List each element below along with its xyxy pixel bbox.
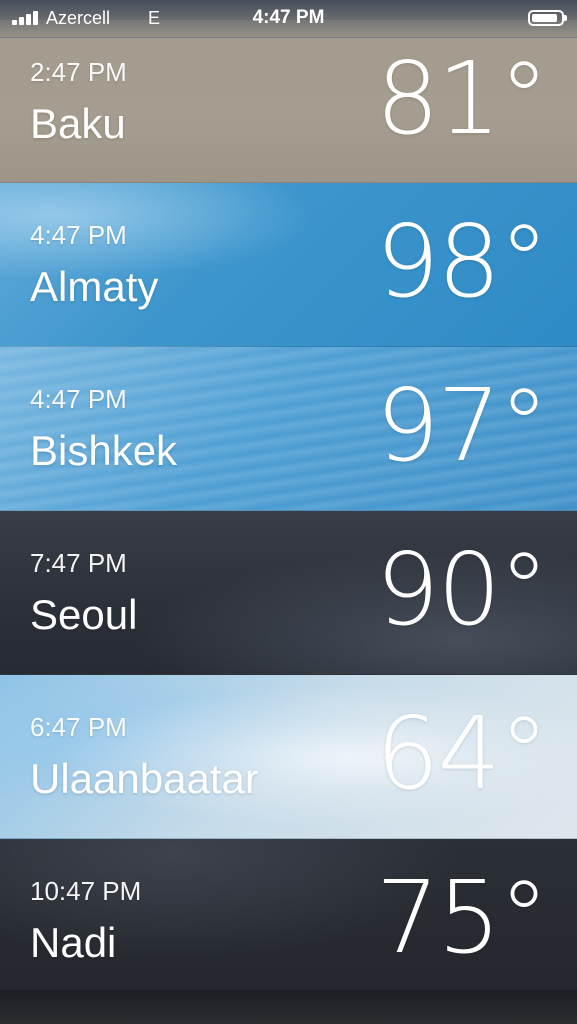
city-list: 2:47 PM Baku 81° 4:47 PM Almaty 98° 4:47… (0, 20, 577, 1003)
city-local-time: 2:47 PM (30, 57, 127, 87)
city-name: Ulaanbaatar (30, 755, 259, 802)
city-row-seoul[interactable]: 7:47 PM Seoul 90° (0, 511, 577, 675)
city-temperature: 81° (375, 40, 549, 157)
city-name: Baku (30, 100, 126, 147)
list-footer (0, 990, 577, 1024)
city-name: Nadi (30, 919, 117, 966)
city-temperature: 97° (375, 367, 549, 484)
city-name: Almaty (30, 263, 159, 310)
city-row-baku[interactable]: 2:47 PM Baku 81° (0, 20, 577, 183)
city-row-almaty[interactable]: 4:47 PM Almaty 98° (0, 183, 577, 347)
city-temperature: 75° (375, 859, 549, 976)
city-temperature: 98° (375, 203, 549, 320)
city-local-time: 7:47 PM (30, 548, 127, 578)
city-row-ulaanbaatar[interactable]: 6:47 PM Ulaanbaatar 64° (0, 675, 577, 839)
battery-icon (528, 10, 567, 26)
city-temperature: 64° (375, 695, 549, 812)
city-temperature: 90° (375, 531, 549, 648)
city-name: Seoul (30, 591, 138, 638)
city-row-nadi[interactable]: 10:47 PM Nadi 75° (0, 839, 577, 1003)
city-local-time: 4:47 PM (30, 384, 127, 414)
city-local-time: 6:47 PM (30, 712, 127, 742)
city-local-time: 10:47 PM (30, 876, 142, 906)
city-name: Bishkek (30, 427, 178, 474)
city-local-time: 4:47 PM (30, 220, 127, 250)
city-row-bishkek[interactable]: 4:47 PM Bishkek 97° (0, 347, 577, 511)
status-clock: 4:47 PM (252, 7, 325, 28)
status-bar: Azercell E 4:47 PM (0, 0, 577, 38)
